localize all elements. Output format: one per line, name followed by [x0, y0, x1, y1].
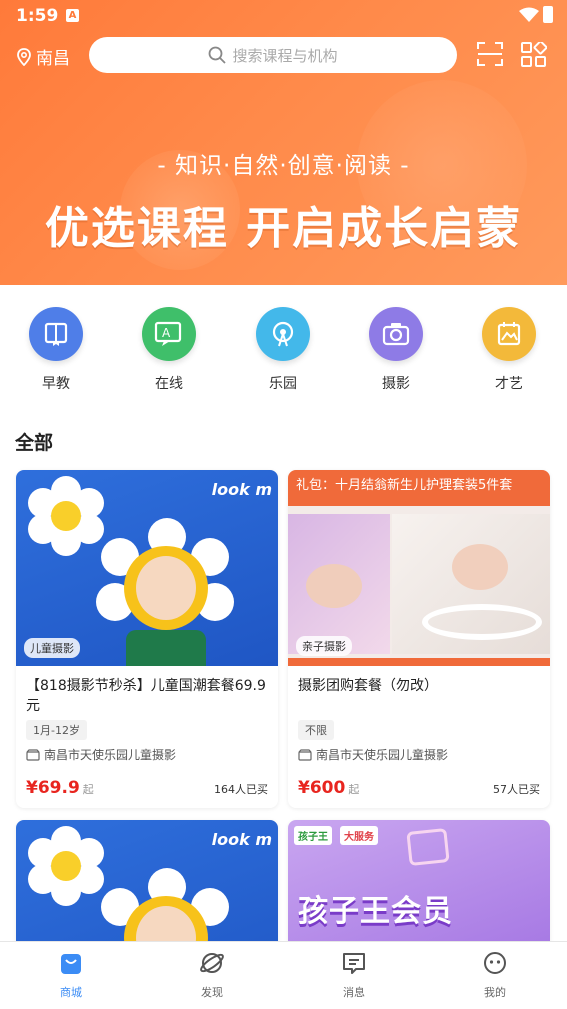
- location-pin-icon: [17, 47, 31, 66]
- crown-icon: [406, 828, 450, 866]
- flower-decoration: [26, 476, 106, 556]
- category-park[interactable]: 乐园: [243, 307, 323, 393]
- message-icon: [343, 953, 365, 974]
- flower-decoration: [26, 826, 106, 906]
- newborn-photo-left: [288, 514, 390, 654]
- book-icon: [29, 307, 83, 361]
- status-bar: 1:59 A: [0, 0, 567, 32]
- search-icon: [209, 46, 227, 64]
- product-price: ¥600: [298, 778, 346, 798]
- price-row: ¥600 起 57人已买: [298, 778, 540, 798]
- battery-icon: [543, 6, 553, 23]
- store-icon: [298, 748, 312, 761]
- category-label: 摄影: [382, 376, 410, 392]
- product-title: 【818摄影节秒杀】儿童国潮套餐69.9元: [26, 678, 266, 714]
- promo-title: 孩子王会员: [298, 894, 453, 929]
- hero-banner[interactable]: 1:59 A 南昌 搜索课程与机构 - 知识·自然·创意·阅读 - 优选课程 开…: [0, 0, 567, 285]
- price-suffix: 起: [82, 783, 94, 796]
- apps-grid-icon[interactable]: [521, 42, 547, 68]
- product-image[interactable]: 孩子王 大服务 孩子王会员: [288, 820, 550, 950]
- photo-text: look m: [211, 480, 272, 499]
- age-chip: 不限: [298, 720, 334, 740]
- kidswant-logo: 孩子王: [294, 826, 332, 845]
- category-label: 早教: [42, 376, 70, 392]
- face-icon: [484, 952, 506, 974]
- product-card[interactable]: 孩子王 大服务 孩子王会员: [288, 820, 550, 950]
- location-label: 南昌: [36, 49, 70, 69]
- category-label: 乐园: [269, 376, 297, 392]
- store-icon: [26, 748, 40, 761]
- location-selector[interactable]: 南昌: [16, 44, 70, 69]
- product-card[interactable]: 礼包：十月结翁新生儿护理套装5件套 亲子摄影 摄影团购套餐（勿改） 不限 南昌市…: [288, 470, 550, 808]
- product-image[interactable]: 礼包：十月结翁新生儿护理套装5件套 亲子摄影: [288, 470, 550, 666]
- search-input[interactable]: 搜索课程与机构: [89, 37, 457, 73]
- nav-shop[interactable]: 商城: [31, 950, 111, 1000]
- category-early-education[interactable]: 早教: [16, 307, 96, 393]
- scan-icon[interactable]: [477, 42, 503, 66]
- newborn-photo-right: [392, 514, 550, 654]
- notification-a-icon: A: [66, 9, 79, 22]
- category-label: 在线: [155, 376, 183, 392]
- service-logo: 大服务: [340, 826, 378, 845]
- category-label: 才艺: [495, 376, 523, 392]
- shop-bag-icon: [61, 954, 81, 974]
- product-image[interactable]: look m 儿童摄影: [16, 470, 278, 666]
- nav-profile[interactable]: 我的: [455, 950, 535, 1000]
- camera-icon: [369, 307, 423, 361]
- ferris-wheel-icon: [256, 307, 310, 361]
- price-suffix: 起: [348, 783, 360, 796]
- store-info: 南昌市天使乐园儿童摄影: [26, 746, 268, 763]
- product-price: ¥69.9: [26, 778, 80, 798]
- nav-label: 商城: [60, 986, 82, 999]
- nav-label: 发现: [201, 986, 223, 999]
- category-talent[interactable]: 才艺: [469, 307, 549, 393]
- art-icon: [482, 307, 536, 361]
- category-row: 早教 A 在线 乐园 摄影 才艺: [0, 285, 567, 407]
- nav-label: 消息: [343, 986, 365, 999]
- product-tag: 亲子摄影: [296, 636, 352, 656]
- store-name: 南昌市天使乐园儿童摄影: [316, 748, 449, 762]
- product-card[interactable]: look m: [16, 820, 278, 950]
- section-title: 全部: [15, 432, 54, 454]
- price-row: ¥69.9 起 164人已买: [26, 778, 268, 798]
- search-placeholder: 搜索课程与机构: [232, 46, 338, 65]
- partner-logos: 孩子王 大服务: [294, 826, 378, 845]
- banner-title: 优选课程 开启成长启蒙: [44, 203, 523, 254]
- wifi-icon: [519, 7, 539, 22]
- planet-icon: [200, 953, 224, 973]
- baby-photo: [96, 518, 236, 666]
- store-info: 南昌市天使乐园儿童摄影: [298, 746, 540, 763]
- baby-photo: [96, 868, 236, 950]
- nav-messages[interactable]: 消息: [314, 950, 394, 1000]
- sold-count: 57人已买: [493, 783, 540, 796]
- photo-banner-text: 礼包：十月结翁新生儿护理套装5件套: [288, 470, 550, 506]
- nav-discover[interactable]: 发现: [172, 950, 252, 1000]
- nav-label: 我的: [484, 986, 506, 999]
- sold-count: 164人已买: [214, 783, 268, 796]
- banner-subtitle: - 知识·自然·创意·阅读 -: [157, 153, 410, 179]
- svg-text:A: A: [162, 326, 171, 340]
- category-photography[interactable]: 摄影: [356, 307, 436, 393]
- product-tag: 儿童摄影: [24, 638, 80, 658]
- category-online[interactable]: A 在线: [129, 307, 209, 393]
- bottom-nav: 商城 发现 消息 我的: [0, 941, 567, 1009]
- photo-text: look m: [211, 830, 272, 849]
- status-time: 1:59: [16, 6, 59, 26]
- product-image[interactable]: look m: [16, 820, 278, 950]
- store-name: 南昌市天使乐园儿童摄影: [44, 748, 177, 762]
- product-card[interactable]: look m 儿童摄影 【818摄影节秒杀】儿童国潮套餐69.9元 1月-12岁…: [16, 470, 278, 808]
- online-class-icon: A: [142, 307, 196, 361]
- product-title: 摄影团购套餐（勿改）: [298, 678, 438, 694]
- age-chip: 1月-12岁: [26, 720, 87, 740]
